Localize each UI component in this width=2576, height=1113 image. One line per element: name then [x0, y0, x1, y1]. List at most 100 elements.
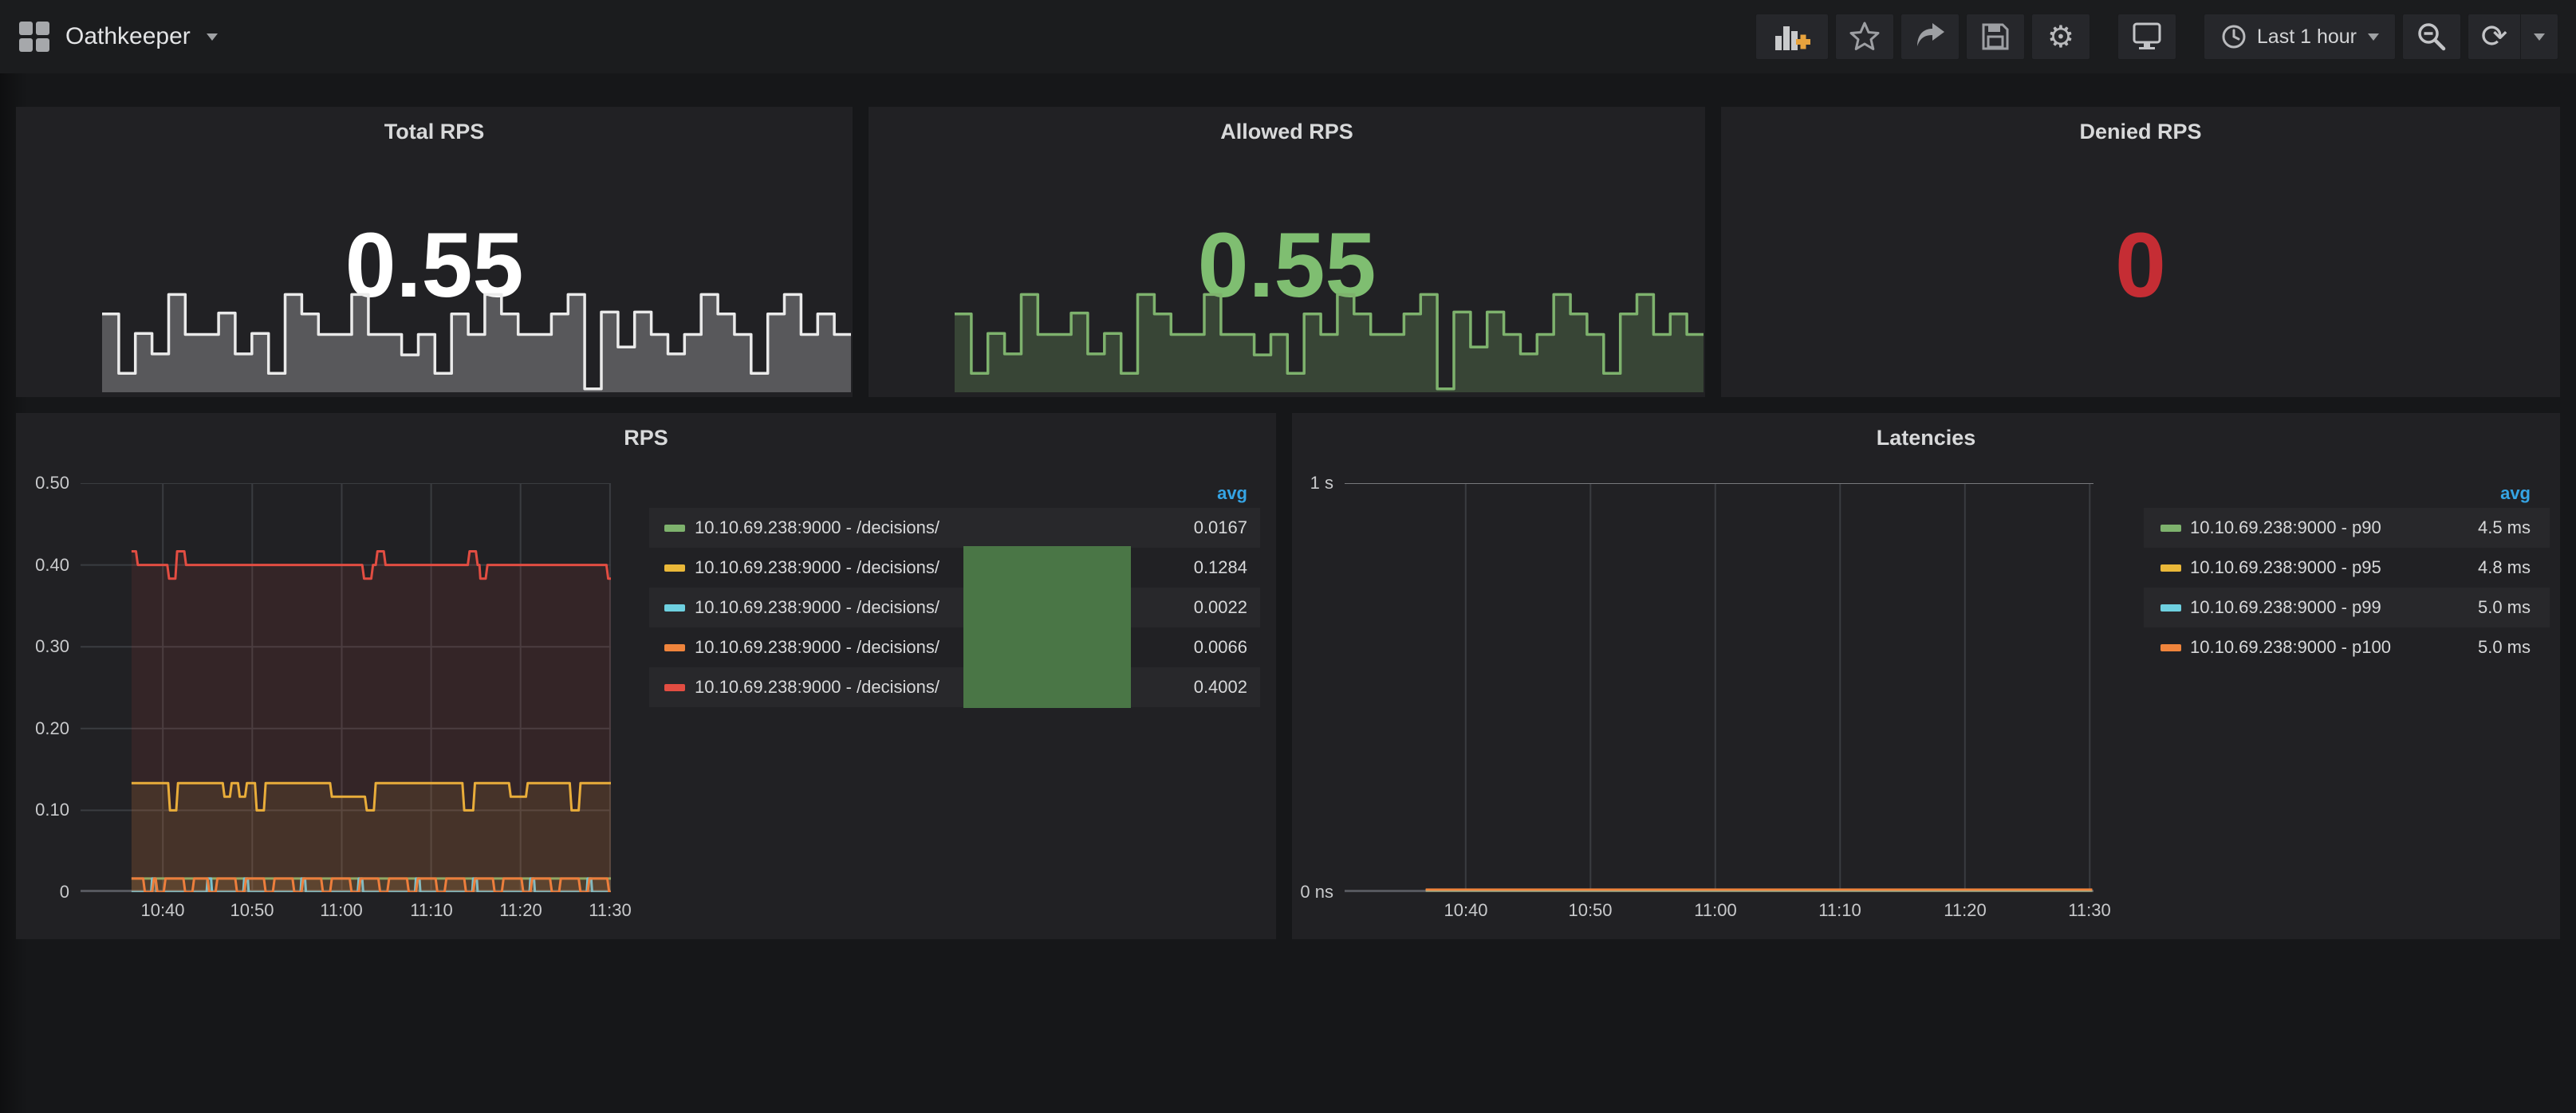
panel-title[interactable]: Total RPS: [16, 120, 853, 144]
panel-title[interactable]: Denied RPS: [1721, 120, 2560, 144]
x-tick-label: 11:00: [1694, 900, 1736, 921]
refresh-button[interactable]: ⟳: [2468, 14, 2521, 59]
toolbar: ⚙ Last 1 hour: [1749, 14, 2558, 60]
chart-svg: [1345, 483, 2093, 892]
panel-title[interactable]: RPS: [16, 426, 1276, 450]
legend-row[interactable]: 10.10.69.238:9000 - /decisions/0.0066: [649, 627, 1260, 667]
gear-icon: ⚙: [2047, 22, 2074, 52]
legend-color-swatch: [2160, 604, 2181, 612]
rps-y-axis: 0.500.400.300.200.100: [16, 483, 69, 892]
latencies-plot-area[interactable]: [1345, 483, 2093, 892]
zoom-out-button[interactable]: [2402, 14, 2461, 60]
legend-avg-value: 0.0066: [1194, 637, 1247, 658]
sparkline-svg: [955, 290, 1704, 392]
y-tick-label: 0.40: [35, 555, 69, 576]
tv-mode-button[interactable]: [2117, 14, 2176, 60]
panel-total-rps: Total RPS 0.55: [16, 107, 853, 397]
y-tick-label: 0.50: [35, 473, 69, 494]
x-tick-label: 10:50: [1568, 900, 1612, 921]
share-button[interactable]: [1900, 14, 1960, 60]
legend-color-swatch: [664, 684, 685, 691]
legend-avg-value: 0.4002: [1194, 677, 1247, 698]
clock-icon: [2220, 23, 2247, 50]
refresh-button-group: ⟳: [2468, 14, 2558, 60]
dashboard-title[interactable]: Oathkeeper: [65, 23, 191, 50]
legend-series-label: 10.10.69.238:9000 - /decisions/: [695, 677, 939, 698]
legend-row[interactable]: 10.10.69.238:9000 - p99 5.0 ms: [2144, 588, 2550, 627]
grid-square: [19, 38, 33, 52]
chart-svg: [81, 483, 611, 892]
refresh-icon: ⟳: [2481, 21, 2508, 53]
monitor-icon: [2129, 20, 2164, 53]
refresh-interval-caret[interactable]: [2521, 14, 2558, 59]
share-icon: [1912, 20, 1948, 53]
x-tick-label: 10:40: [140, 900, 184, 921]
rps-plot-area[interactable]: [81, 483, 611, 892]
legend-avg-value: 0.1284: [1194, 557, 1247, 578]
dashboard-grid-icon[interactable]: [19, 22, 49, 52]
x-tick-label: 11:10: [410, 900, 452, 921]
legend-color-swatch: [2160, 644, 2181, 651]
x-tick-label: 11:20: [1944, 900, 1986, 921]
time-range-picker[interactable]: Last 1 hour: [2204, 14, 2396, 60]
legend-color-swatch: [664, 604, 685, 612]
latencies-y-axis: 1 s0 ns: [1292, 483, 1333, 892]
x-tick-label: 11:10: [1818, 900, 1861, 921]
panel-title[interactable]: Latencies: [1292, 426, 2560, 450]
legend-avg-header: avg: [1217, 483, 1247, 502]
panel-allowed-rps: Allowed RPS 0.55: [869, 107, 1705, 397]
sparkline-svg: [102, 290, 851, 392]
legend-avg-value: 4.8 ms: [2478, 557, 2531, 578]
latencies-x-axis: 10:40 10:50 11:00 11:10 11:20 11:30: [1345, 900, 2141, 924]
legend-row[interactable]: 10.10.69.238:9000 - p904.5 ms: [2144, 508, 2550, 548]
caret-down-icon: [2534, 33, 2545, 41]
grid-square: [19, 22, 33, 35]
x-tick-label: 11:30: [2068, 900, 2110, 921]
legend-overlay-box: [963, 546, 1131, 708]
y-tick-label: 0.30: [35, 636, 69, 657]
legend-row[interactable]: 10.10.69.238:9000 - p95 4.8 ms: [2144, 548, 2550, 588]
legend-avg-value: 0.0022: [1194, 597, 1247, 618]
star-icon: [1848, 20, 1881, 53]
legend-avg-value: 0.0167: [1194, 517, 1247, 538]
legend-row[interactable]: 10.10.69.238:9000 - /decisions/0.4002: [649, 667, 1260, 707]
panel-denied-rps: Denied RPS 0: [1721, 107, 2560, 397]
legend-row[interactable]: 10.10.69.238:9000 - /decisions/0.0022: [649, 588, 1260, 627]
panel-rps-graph: RPS 0.500.400.300.200.100 10:4010:5011:0…: [16, 413, 1276, 939]
sparkline-allowed: [955, 290, 1704, 392]
x-tick-label: 11:00: [320, 900, 362, 921]
time-range-caret: [2368, 33, 2379, 41]
star-button[interactable]: [1835, 14, 1894, 60]
legend-color-swatch: [2160, 564, 2181, 572]
legend-series-label: 10.10.69.238:9000 - p100: [2190, 637, 2391, 658]
legend-series-label: 10.10.69.238:9000 - /decisions/: [695, 557, 939, 578]
navbar: Oathkeeper: [0, 0, 2576, 73]
rps-x-axis: 10:4010:5011:0011:1011:2011:30: [81, 900, 659, 924]
zoom-out-icon: [2415, 20, 2448, 53]
legend-row[interactable]: 10.10.69.238:9000 - /decisions/0.0167: [649, 508, 1260, 548]
legend-series-label: 10.10.69.238:9000 - p90: [2190, 517, 2381, 538]
legend-avg-value: 5.0 ms: [2478, 597, 2531, 618]
panel-title[interactable]: Allowed RPS: [869, 120, 1705, 144]
dashboard-dropdown-caret[interactable]: [207, 33, 218, 41]
y-tick-label: 0 ns: [1300, 882, 1333, 903]
legend-series-label: 10.10.69.238:9000 - p99: [2190, 597, 2381, 618]
x-tick-label: 11:30: [589, 900, 631, 921]
legend-color-swatch: [664, 525, 685, 532]
settings-button[interactable]: ⚙: [2031, 14, 2090, 60]
time-range-label: Last 1 hour: [2257, 26, 2357, 49]
navbar-left: Oathkeeper: [0, 22, 218, 52]
legend-color-swatch: [664, 644, 685, 651]
save-button[interactable]: [1966, 14, 2025, 60]
legend-series-label: 10.10.69.238:9000 - p95: [2190, 557, 2381, 578]
legend-row[interactable]: 10.10.69.238:9000 - /decisions/0.1284: [649, 548, 1260, 588]
x-tick-label: 10:40: [1444, 900, 1487, 921]
save-icon: [1979, 21, 2011, 53]
legend-row[interactable]: 10.10.69.238:9000 - p1005.0 ms: [2144, 627, 2550, 667]
x-tick-label: 10:50: [230, 900, 274, 921]
stat-value-denied: 0: [1721, 220, 2560, 312]
panel-latencies-graph: Latencies 1 s0 ns 10:40 10:50 11:00 11:10 11…: [1292, 413, 2560, 939]
add-panel-button[interactable]: [1755, 14, 1829, 60]
legend-series-label: 10.10.69.238:9000 - /decisions/: [695, 637, 939, 658]
legend-color-swatch: [664, 564, 685, 572]
